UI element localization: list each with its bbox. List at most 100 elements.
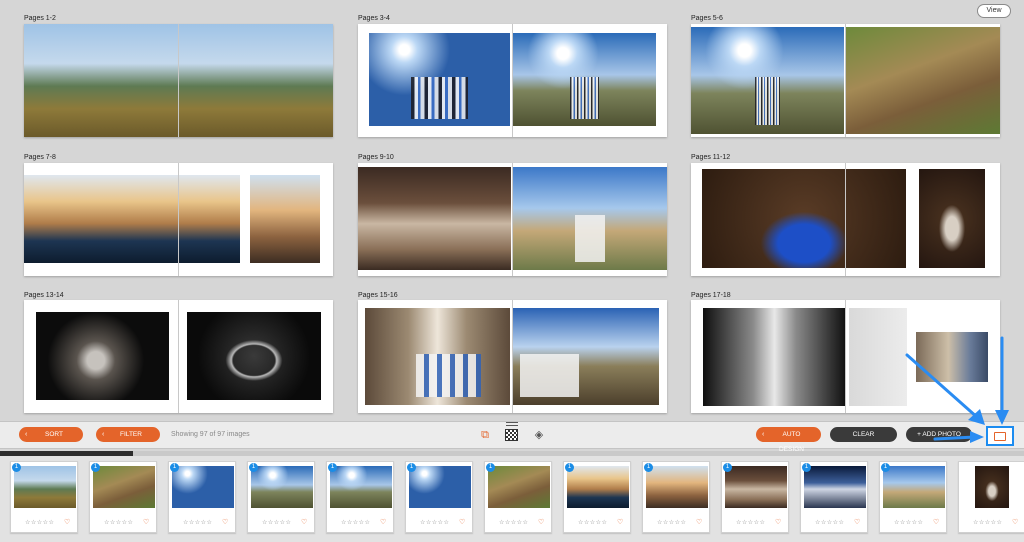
filmstrip-thumbnail[interactable]: 1 ☆☆☆☆☆ ♡ [10,461,78,533]
thumbnail-image[interactable] [975,466,1009,508]
rating-stars[interactable]: ☆☆☆☆☆ [894,519,923,526]
spread-pages-9-10[interactable] [358,163,667,276]
spread-photo[interactable] [513,33,656,126]
heart-icon[interactable]: ♡ [854,518,860,526]
heart-icon[interactable]: ♡ [380,518,386,526]
heart-icon[interactable]: ♡ [222,518,228,526]
spread-pages-7-8[interactable] [24,163,333,276]
filmstrip-thumbnail[interactable]: 1 ☆☆☆☆☆ ♡ [563,461,631,533]
thumbnail-image[interactable] [330,466,392,508]
thumbnail-image[interactable] [804,466,866,508]
usage-count-badge: 1 [328,463,337,472]
spread-pages-5-6[interactable] [691,24,1000,137]
spread-photo[interactable] [513,167,667,270]
filmstrip-thumbnail[interactable]: 1 ☆☆☆☆☆ ♡ [247,461,315,533]
thumbnail-image[interactable] [646,466,708,508]
filmstrip-thumbnail[interactable]: 1 ☆☆☆☆☆ ♡ [721,461,789,533]
rating-stars[interactable]: ☆☆☆☆☆ [578,519,607,526]
clear-button[interactable]: CLEAR [830,427,897,442]
checker-icon[interactable] [505,429,518,441]
sort-button[interactable]: ‹ SORT [19,427,83,442]
spread-photo[interactable] [365,308,510,405]
filmstrip-thumbnail[interactable]: 1 ☆☆☆☆☆ ♡ [326,461,394,533]
page-fold [512,24,513,137]
spread-pages-11-12[interactable] [691,163,1000,276]
heart-icon[interactable]: ♡ [459,518,465,526]
spread-photo[interactable] [703,308,846,406]
filmstrip-thumbnail[interactable]: ☆☆☆☆☆ ♡ [958,461,1024,533]
rating-stars[interactable]: ☆☆☆☆☆ [25,519,54,526]
filter-button[interactable]: ‹ FILTER [96,427,160,442]
spread-pages-1-2[interactable] [24,24,333,137]
spread-photo[interactable] [24,175,240,263]
filmstrip-thumbnail[interactable]: 1 ☆☆☆☆☆ ♡ [879,461,947,533]
heart-icon[interactable]: ♡ [696,518,702,526]
add-photos-button[interactable]: + ADD PHOTO [906,427,972,442]
usage-count-badge: 1 [723,463,732,472]
spread-photo[interactable] [513,308,659,405]
usage-count-badge: 1 [249,463,258,472]
filmstrip-thumbnail[interactable]: 1 ☆☆☆☆☆ ♡ [642,461,710,533]
spread-pages-3-4[interactable] [358,24,667,137]
heart-icon[interactable]: ♡ [933,518,939,526]
spread-photo[interactable] [916,332,988,382]
spread-label: Pages 13-14 [24,292,64,299]
thumbnail-image[interactable] [883,466,945,508]
spread-pages-17-18[interactable] [691,300,1000,413]
view-button[interactable]: View [977,4,1011,18]
spread-photo[interactable] [358,167,511,270]
filmstrip-thumbnail[interactable]: 1 ☆☆☆☆☆ ♡ [800,461,868,533]
rating-stars[interactable]: ☆☆☆☆☆ [262,519,291,526]
spread-photo[interactable] [187,312,321,400]
spread-label: Pages 11-12 [691,154,731,161]
image-count-text: Showing 97 of 97 images [171,431,250,438]
thumbnail-image[interactable] [93,466,155,508]
heart-icon[interactable]: ♡ [143,518,149,526]
thumbnail-image[interactable] [725,466,787,508]
rating-stars[interactable]: ☆☆☆☆☆ [104,519,133,526]
layers-copy-icon[interactable]: ⧉ [479,429,491,441]
rating-stars[interactable]: ☆☆☆☆☆ [815,519,844,526]
spread-pages-13-14[interactable] [24,300,333,413]
filmstrip-thumbnail[interactable]: 1 ☆☆☆☆☆ ♡ [484,461,552,533]
rating-stars[interactable]: ☆☆☆☆☆ [499,519,528,526]
heart-icon[interactable]: ♡ [301,518,307,526]
spread-photo[interactable] [702,169,906,268]
page-fold [512,300,513,413]
heart-icon[interactable]: ♡ [617,518,623,526]
spread-pages-15-16[interactable] [358,300,667,413]
spread-label: Pages 17-18 [691,292,731,299]
spread-photo[interactable] [919,169,985,268]
fit-photo-button[interactable] [986,426,1014,446]
rating-stars[interactable]: ☆☆☆☆☆ [973,519,1002,526]
heart-icon[interactable]: ♡ [538,518,544,526]
thumbnail-image[interactable] [251,466,313,508]
thumbnail-image[interactable] [172,466,234,508]
auto-design-button[interactable]: ‹ AUTO DESIGN [756,427,821,453]
heart-icon[interactable]: ♡ [64,518,70,526]
spread-photo[interactable] [691,27,844,134]
rating-stars[interactable]: ☆☆☆☆☆ [657,519,686,526]
thumbnail-image[interactable] [488,466,550,508]
usage-count-badge: 1 [565,463,574,472]
spread-photo[interactable] [846,27,1000,134]
spread-photo[interactable] [250,175,320,263]
heart-icon[interactable]: ♡ [1012,518,1018,526]
heart-icon[interactable]: ♡ [775,518,781,526]
spread-photo[interactable] [369,33,510,126]
filmstrip-thumbnail[interactable]: 1 ☆☆☆☆☆ ♡ [405,461,473,533]
thumbnail-image[interactable] [14,466,76,508]
stack-icon[interactable]: ◈ [533,429,545,441]
spread-photo[interactable] [36,312,169,400]
drag-handle-icon[interactable] [506,422,518,426]
photo-filmstrip[interactable]: 1 ☆☆☆☆☆ ♡ 1 ☆☆☆☆☆ ♡ 1 ☆☆☆☆☆ ♡ 1 ☆☆☆☆☆ ♡ 1 ☆☆☆☆☆ ♡ 1 ☆☆☆☆… [0,456,1024,542]
thumbnail-image[interactable] [567,466,629,508]
rating-stars[interactable]: ☆☆☆☆☆ [420,519,449,526]
thumbnail-image[interactable] [409,466,471,508]
filmstrip-thumbnail[interactable]: 1 ☆☆☆☆☆ ♡ [168,461,236,533]
spread-photo[interactable] [849,308,907,406]
filmstrip-thumbnail[interactable]: 1 ☆☆☆☆☆ ♡ [89,461,157,533]
rating-stars[interactable]: ☆☆☆☆☆ [183,519,212,526]
rating-stars[interactable]: ☆☆☆☆☆ [736,519,765,526]
rating-stars[interactable]: ☆☆☆☆☆ [341,519,370,526]
